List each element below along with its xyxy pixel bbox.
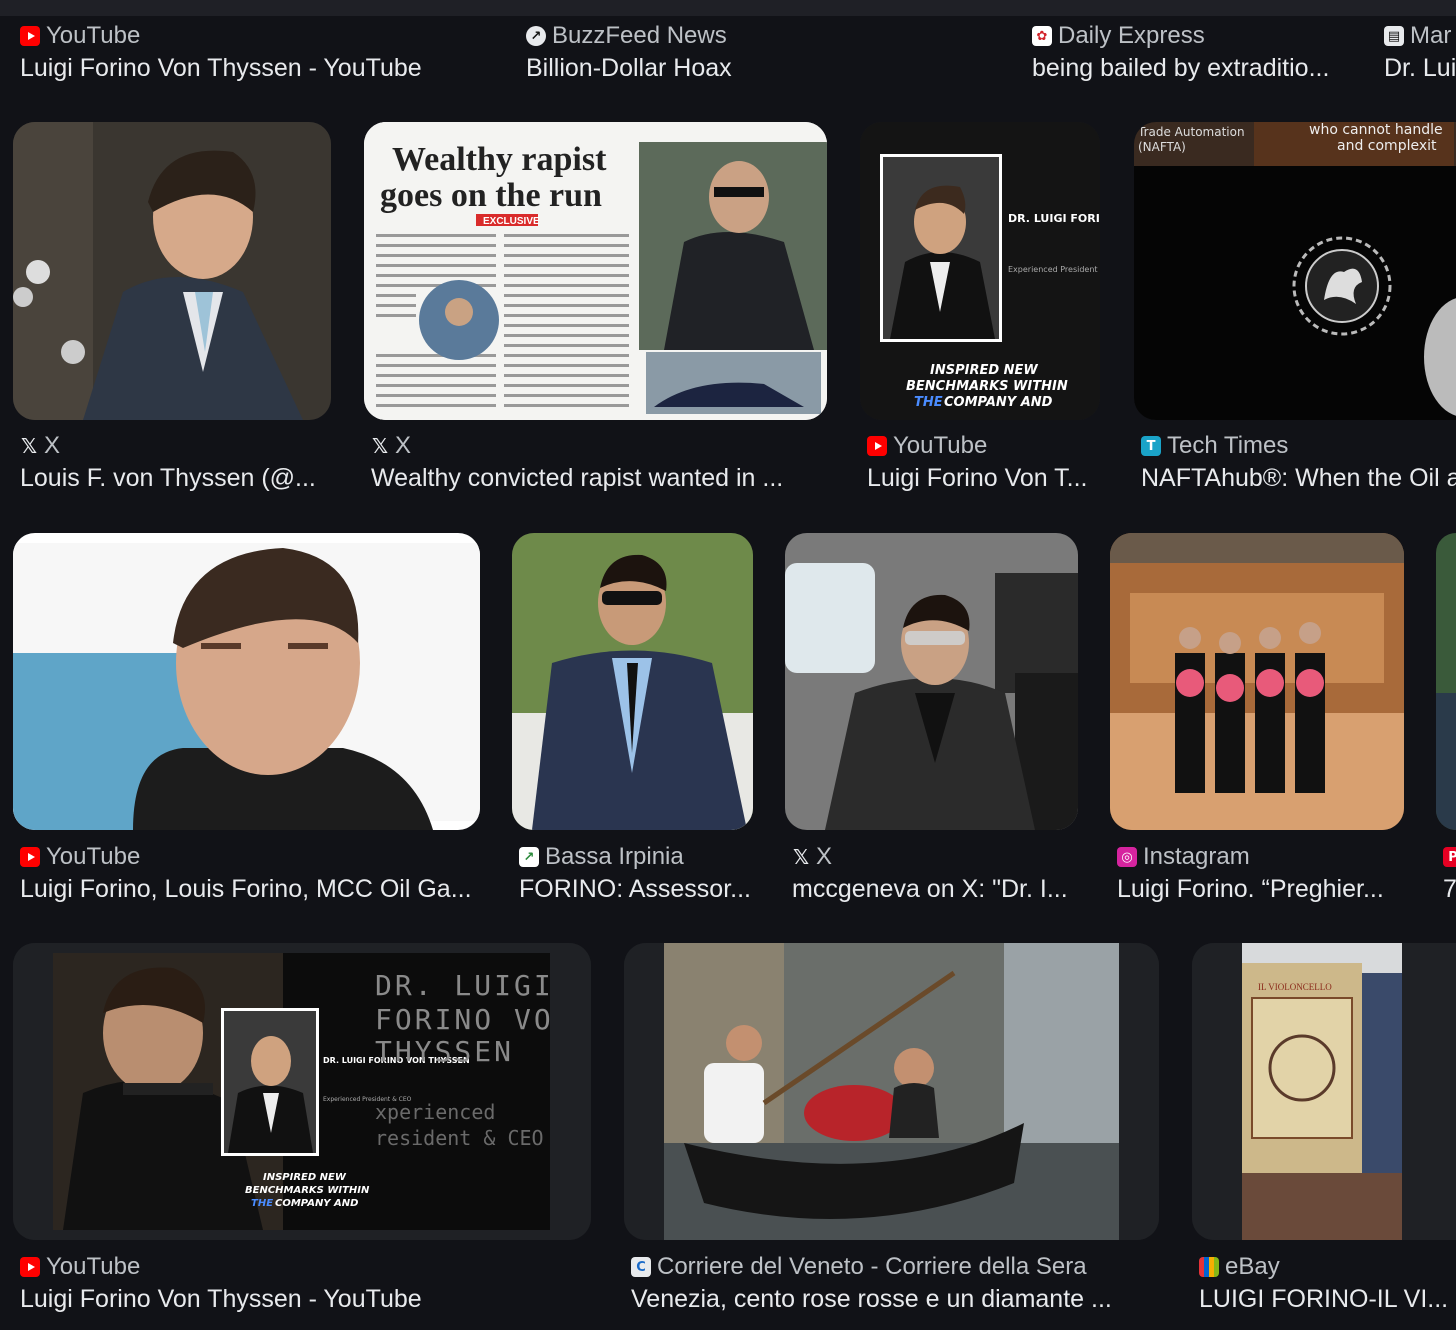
source-name: Daily Express [1058, 22, 1205, 49]
image-tag-3b: COMPANY AND [275, 1198, 358, 1209]
result-title[interactable]: Luigi Forino, Louis Forino, MCC Oil Ga..… [20, 873, 480, 905]
result-title[interactable]: Billion-Dollar Hoax [526, 52, 1006, 84]
result-thumbnail[interactable] [1110, 533, 1404, 830]
buzzfeed-icon: ↗ [526, 26, 546, 46]
image-text-left: Trade Automation [1137, 125, 1245, 139]
result-title[interactable]: Louis F. von Thyssen (@... [20, 462, 330, 494]
source-name: YouTube [46, 843, 141, 870]
result-title[interactable]: LUIGI FORINO-IL VI... [1199, 1283, 1456, 1315]
result-title[interactable]: Luigi Forino Von Thyssen - YouTube [20, 1283, 590, 1315]
image-name-text: DR. LUIGI FORINO VON THYSSEN [1008, 212, 1100, 225]
youtube-icon [20, 26, 40, 46]
x-icon: 𝕏 [20, 434, 38, 458]
result-title[interactable]: Luigi Forino Von Thyssen - YouTube [20, 52, 500, 84]
result-thumbnail[interactable] [624, 943, 1159, 1240]
image-text-right: who cannot handle [1309, 122, 1443, 138]
image-tag-3a: THE [914, 395, 943, 410]
image-big-text-5: resident & CEO [375, 1126, 544, 1150]
result-title[interactable]: Wealthy convicted rapist wanted in ... [371, 462, 821, 494]
result-title[interactable]: 7 [1443, 873, 1456, 905]
top-bar [0, 0, 1456, 16]
exclusive-label: EXCLUSIVE [483, 216, 540, 227]
image-role-text: Experienced President & CEO [1008, 265, 1100, 274]
result-thumbnail[interactable] [1436, 533, 1456, 830]
result-title[interactable]: FORINO: Assessor... [519, 873, 749, 905]
tech-times-icon: T [1141, 436, 1161, 456]
result-title[interactable]: being bailed by extraditio... [1032, 52, 1352, 84]
result-thumbnail[interactable]: Trade Automation (NAFTA) who cannot hand… [1134, 122, 1456, 420]
corriere-icon: C [631, 1257, 651, 1277]
result-thumbnail[interactable] [512, 533, 753, 830]
image-big-text-1: DR. LUIGI [375, 969, 554, 1002]
daily-express-icon: ✿ [1032, 26, 1052, 46]
source-name: Tech Times [1167, 432, 1289, 459]
result-thumbnail[interactable]: IL VIOLONCELLO [1192, 943, 1456, 1240]
source-name: X [816, 843, 833, 870]
result-thumbnail[interactable] [13, 533, 480, 830]
source-name: Mar [1410, 22, 1452, 49]
image-tag-2: BENCHMARKS WITHIN [906, 379, 1068, 394]
headline-line-2: goes on the run [380, 177, 602, 214]
image-tag-3a: THE [251, 1198, 273, 1209]
ebay-icon [1199, 1257, 1219, 1277]
result-title[interactable]: Luigi Forino Von T... [867, 462, 1097, 494]
image-big-text-4: xperienced [375, 1100, 495, 1124]
result-thumbnail[interactable]: DR. LUIGI FORINO VON THYSSEN Experienced… [860, 122, 1100, 420]
result-thumbnail[interactable]: Wealthy rapist goes on the run EXCLUSIVE [364, 122, 827, 420]
image-big-text-3: THYSSEN [375, 1035, 514, 1068]
source-name: Instagram [1143, 843, 1250, 870]
book-title: IL VIOLONCELLO [1258, 982, 1332, 992]
image-tag-1: INSPIRED NEW [930, 363, 1038, 378]
source-name: Corriere del Veneto - Corriere della Ser… [657, 1253, 1087, 1280]
source-name: BuzzFeed News [552, 22, 727, 49]
source-name: YouTube [893, 432, 988, 459]
result-title[interactable]: NAFTAhub®: When the Oil a [1141, 462, 1456, 494]
image-text-right-2: and complexit [1337, 138, 1437, 154]
x-icon: 𝕏 [792, 845, 810, 869]
result-thumbnail[interactable] [13, 122, 331, 420]
source-name: YouTube [46, 22, 141, 49]
result-title[interactable]: Dr. Lui [1384, 52, 1456, 84]
image-tag-1: INSPIRED NEW [263, 1172, 347, 1183]
source-name: eBay [1225, 1253, 1280, 1280]
headline-line-1: Wealthy rapist [392, 141, 607, 178]
image-tag-3b: COMPANY AND [944, 395, 1053, 410]
bassa-irpinia-icon: ↗ [519, 847, 539, 867]
newspaper-icon: ▤ [1384, 26, 1404, 46]
youtube-icon [20, 1257, 40, 1277]
result-thumbnail[interactable]: DR. LUIGI FORINO VON THYSSEN Experienced… [13, 943, 591, 1240]
youtube-icon [867, 436, 887, 456]
result-title[interactable]: Luigi Forino. “Preghier... [1117, 873, 1407, 905]
instagram-icon: ◎ [1117, 847, 1137, 867]
source-name: Bassa Irpinia [545, 843, 684, 870]
result-thumbnail[interactable] [785, 533, 1078, 830]
x-icon: 𝕏 [371, 434, 389, 458]
image-text-left-2: (NAFTA) [1138, 140, 1186, 154]
result-title[interactable]: Venezia, cento rose rosse e un diamante … [631, 1283, 1156, 1315]
source-name: X [395, 432, 412, 459]
source-name: YouTube [46, 1253, 141, 1280]
result-title[interactable]: mccgeneva on X: "Dr. I... [792, 873, 1072, 905]
pinterest-icon: P [1443, 847, 1456, 867]
youtube-icon [20, 847, 40, 867]
image-big-text-2: FORINO VO [375, 1003, 554, 1036]
image-tag-2: BENCHMARKS WITHIN [245, 1185, 370, 1196]
source-name: X [44, 432, 61, 459]
